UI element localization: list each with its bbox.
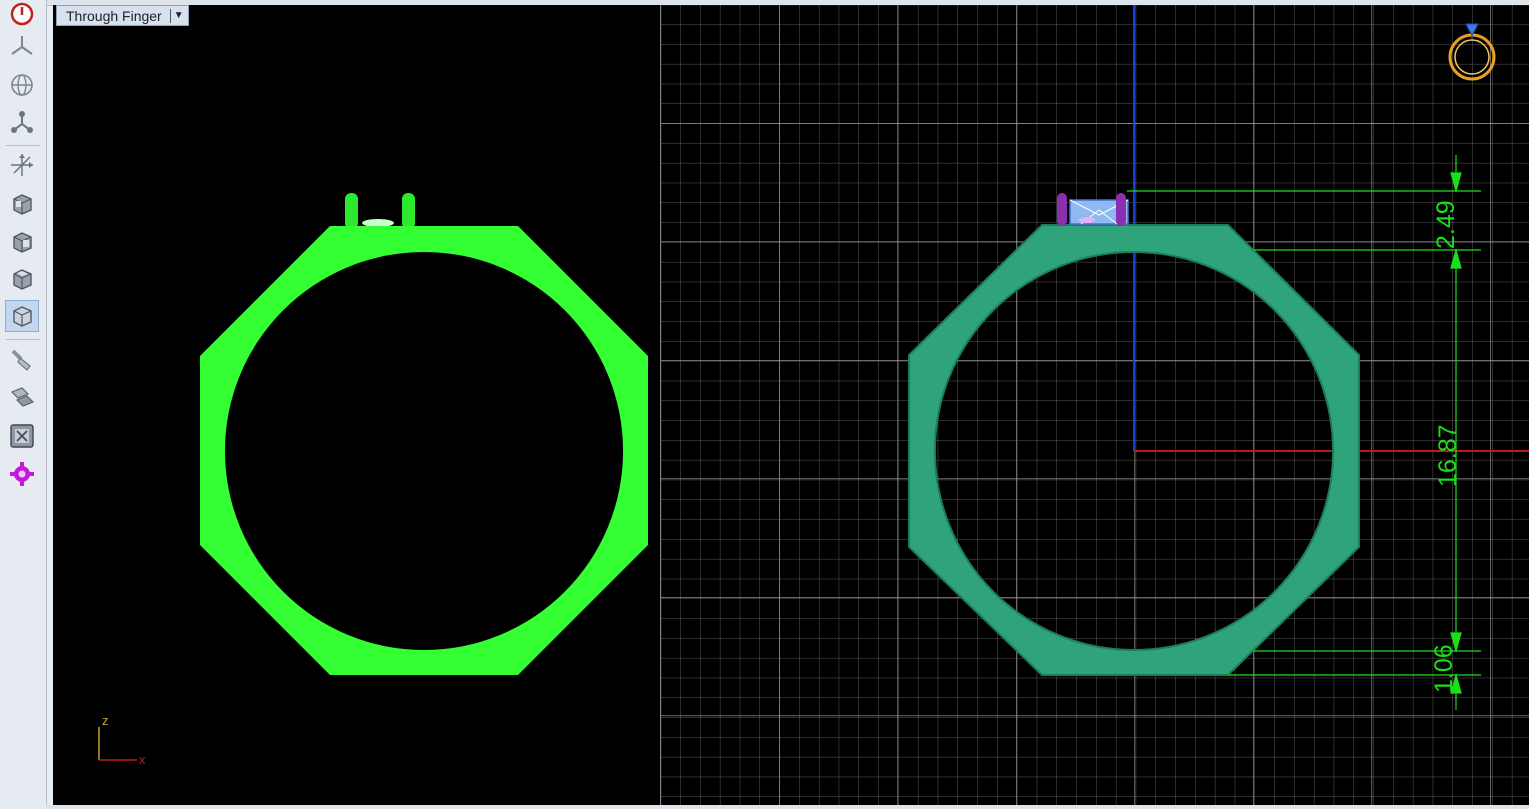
prong-pair xyxy=(345,193,415,229)
fit-view-button[interactable] xyxy=(5,420,39,452)
axis-indicator: z x xyxy=(98,713,146,767)
cube-front-button[interactable] xyxy=(5,188,39,220)
nodes-icon xyxy=(11,111,33,133)
brush-icon xyxy=(11,349,31,371)
cube-front-icon xyxy=(13,194,32,215)
right-scene: 2.49 16.87 1.06 xyxy=(661,5,1529,805)
power-button[interactable] xyxy=(5,0,39,32)
plates-icon xyxy=(10,387,35,407)
view-mode-label: Through Finger xyxy=(66,7,162,24)
ring-shank xyxy=(200,226,648,675)
cube-iso-icon xyxy=(13,306,32,327)
axes-icon xyxy=(11,154,33,176)
x-axis-label: x xyxy=(139,752,146,767)
dimension-label-prong: 2.49 xyxy=(1432,200,1460,249)
view-toolbar xyxy=(0,0,47,809)
cube-top-icon xyxy=(13,269,32,290)
view-mode-dropdown[interactable]: Through Finger ▼ xyxy=(56,5,189,26)
brush-button[interactable] xyxy=(5,344,39,376)
dimension-label-shank: 1.06 xyxy=(1430,644,1458,693)
left-scene: z x xyxy=(98,193,648,767)
axes-button[interactable] xyxy=(5,149,39,181)
dimension-label-inner-diameter: 16.87 xyxy=(1434,424,1462,487)
chevron-down-icon: ▼ xyxy=(169,8,184,23)
front-viewport[interactable]: 2.49 16.87 1.06 xyxy=(661,5,1529,805)
cube-side-button[interactable] xyxy=(5,226,39,258)
major-grid xyxy=(661,5,1529,805)
gear-icon xyxy=(10,462,34,486)
cube-top-button[interactable] xyxy=(5,263,39,295)
toolbar-separator xyxy=(6,339,40,340)
power-icon xyxy=(10,2,34,26)
plates-button[interactable] xyxy=(5,382,39,414)
cube-iso-button[interactable] xyxy=(5,300,39,332)
z-axis-label: z xyxy=(102,713,109,728)
globe-button[interactable] xyxy=(5,69,39,101)
perspective-icon xyxy=(11,36,33,55)
through-finger-viewport[interactable]: z x xyxy=(53,5,660,805)
globe-icon xyxy=(11,74,33,96)
perspective-button[interactable] xyxy=(5,30,39,62)
nodes-button[interactable] xyxy=(5,106,39,138)
fit-view-icon xyxy=(10,424,34,448)
cube-side-icon xyxy=(13,232,32,253)
settings-button[interactable] xyxy=(5,458,39,490)
bottom-edge xyxy=(46,805,1529,809)
toolbar-separator xyxy=(6,145,40,146)
